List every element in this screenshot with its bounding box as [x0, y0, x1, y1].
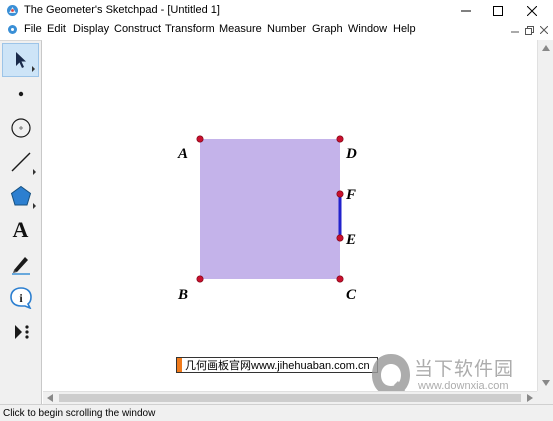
- marker-tool[interactable]: [2, 247, 39, 281]
- circle-icon: [10, 118, 31, 138]
- custom-tool[interactable]: [2, 315, 39, 349]
- polygon-tool[interactable]: [2, 179, 39, 213]
- label-e[interactable]: E: [345, 232, 356, 248]
- document-close-button[interactable]: [538, 24, 550, 36]
- sketch-canvas[interactable]: A D B C F E: [43, 40, 537, 391]
- tool-submenu-indicator: [33, 169, 36, 175]
- minimize-icon: [461, 10, 471, 11]
- text-tool[interactable]: A: [2, 213, 39, 247]
- tool-submenu-indicator: [32, 66, 35, 72]
- sketchpad-app-icon: [7, 5, 18, 16]
- custom-tools-icon: [14, 325, 29, 339]
- compass-tool[interactable]: [2, 111, 39, 145]
- caption-marker: [177, 358, 182, 372]
- menu-graph[interactable]: Graph: [312, 23, 343, 35]
- minimize-button[interactable]: [449, 0, 483, 21]
- menu-window[interactable]: Window: [348, 23, 387, 35]
- arrow-pointer-icon: [15, 52, 26, 68]
- point-b[interactable]: [196, 275, 204, 283]
- scroll-up-icon[interactable]: [542, 45, 550, 51]
- document-minimize-button[interactable]: [509, 24, 521, 36]
- point-a[interactable]: [196, 135, 204, 143]
- menu-bar: File Edit Display Construct Transform Me…: [0, 21, 553, 39]
- point-f[interactable]: [336, 190, 344, 198]
- label-b[interactable]: B: [177, 287, 188, 303]
- arrow-tool[interactable]: [2, 43, 39, 77]
- scroll-right-icon[interactable]: [527, 394, 533, 402]
- maximize-button[interactable]: [481, 0, 515, 21]
- point-c[interactable]: [336, 275, 344, 283]
- document-restore-button[interactable]: [523, 24, 535, 36]
- watermark-brand: 当下软件园: [414, 359, 515, 380]
- window-title: The Geometer's Sketchpad - [Untitled 1]: [24, 4, 220, 16]
- sketch-drawing: A D B C F E: [177, 135, 357, 303]
- caption-text: 几何画板官网www.jihehuaban.com.cn: [185, 360, 370, 372]
- straightedge-tool[interactable]: [2, 145, 39, 179]
- close-icon: [527, 5, 537, 16]
- caption-textbox[interactable]: 几何画板官网www.jihehuaban.com.cn: [176, 357, 378, 373]
- minimize-icon: [511, 31, 519, 33]
- point-d[interactable]: [336, 135, 344, 143]
- menu-transform[interactable]: Transform: [165, 23, 215, 35]
- label-d[interactable]: D: [345, 146, 357, 162]
- scrollbar-corner: [537, 391, 553, 404]
- pen-icon: [11, 257, 30, 275]
- tool-submenu-indicator: [33, 203, 36, 209]
- maximize-icon: [493, 5, 503, 16]
- menu-file[interactable]: File: [24, 23, 42, 35]
- menu-measure[interactable]: Measure: [219, 23, 262, 35]
- point-tool[interactable]: [2, 77, 39, 111]
- info-icon: i: [9, 287, 32, 309]
- document-icon[interactable]: [7, 24, 18, 35]
- point-icon: [18, 91, 23, 97]
- menu-display[interactable]: Display: [73, 23, 109, 35]
- information-tool[interactable]: i: [2, 281, 39, 315]
- menu-construct[interactable]: Construct: [114, 23, 161, 35]
- point-e[interactable]: [336, 234, 344, 242]
- title-bar: The Geometer's Sketchpad - [Untitled 1]: [0, 0, 553, 21]
- close-icon: [540, 26, 548, 34]
- pentagon-icon: [10, 185, 31, 206]
- scroll-down-icon[interactable]: [542, 380, 550, 386]
- square-abcd[interactable]: [200, 139, 340, 279]
- horizontal-scroll-thumb[interactable]: [59, 394, 521, 402]
- vertical-scrollbar[interactable]: [537, 40, 553, 391]
- line-segment-icon: [11, 152, 30, 172]
- label-c[interactable]: C: [346, 287, 357, 303]
- text-a-icon: A: [12, 217, 29, 242]
- status-bar: Click to begin scrolling the window: [0, 404, 553, 421]
- status-text: Click to begin scrolling the window: [3, 408, 156, 419]
- menu-number[interactable]: Number: [267, 23, 306, 35]
- menu-help[interactable]: Help: [393, 23, 416, 35]
- restore-icon: [524, 25, 534, 35]
- close-button[interactable]: [515, 0, 549, 21]
- horizontal-scrollbar[interactable]: [43, 391, 537, 404]
- menu-edit[interactable]: Edit: [47, 23, 66, 35]
- label-a[interactable]: A: [177, 146, 188, 162]
- scroll-left-icon[interactable]: [47, 394, 53, 402]
- label-f[interactable]: F: [345, 187, 356, 203]
- toolbox: A i: [0, 40, 42, 404]
